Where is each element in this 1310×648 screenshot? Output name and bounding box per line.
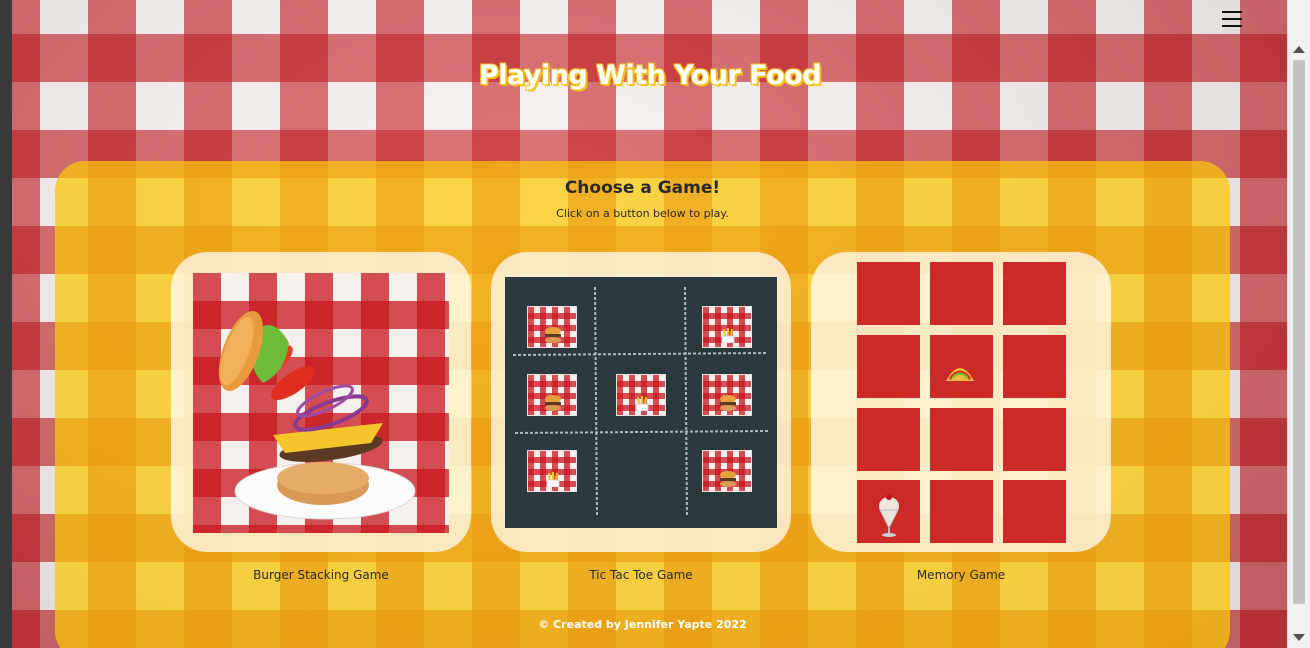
memory-card-back <box>857 335 920 398</box>
ttt-fries-tile <box>527 450 577 492</box>
memory-card-sundae <box>857 480 920 543</box>
ttt-burger-tile <box>702 450 752 492</box>
memory-card-back <box>930 480 993 543</box>
ttt-fries-tile <box>702 306 752 348</box>
burger-game-label[interactable]: Burger Stacking Game <box>171 568 471 582</box>
tic-tac-toe-board-image <box>505 277 777 528</box>
scroll-down-arrow-icon[interactable] <box>1293 634 1305 641</box>
memory-card-back <box>1003 408 1066 471</box>
memory-card-back <box>857 262 920 325</box>
site-title: Playing With Your Food <box>478 60 822 91</box>
memory-game-button[interactable] <box>811 252 1111 552</box>
burger-game-button[interactable] <box>171 252 471 552</box>
footer-credit: © Created by Jennifer Yapte 2022 <box>538 618 747 631</box>
ttt-burger-tile <box>702 374 752 416</box>
panel-subheading: Click on a button below to play. <box>556 207 729 220</box>
memory-game-label[interactable]: Memory Game <box>811 568 1111 582</box>
memory-card-back <box>930 262 993 325</box>
scroll-up-arrow-icon[interactable] <box>1293 46 1305 53</box>
burger-stack-image <box>193 273 449 533</box>
memory-card-back <box>930 408 993 471</box>
memory-card-back <box>857 408 920 471</box>
memory-card-back <box>1003 335 1066 398</box>
browser-left-edge <box>0 0 12 648</box>
ttt-burger-tile <box>527 306 577 348</box>
vertical-scrollbar[interactable] <box>1287 0 1310 648</box>
tic-tac-toe-game-label[interactable]: Tic Tac Toe Game <box>491 568 791 582</box>
hamburger-menu-icon[interactable] <box>1222 10 1242 28</box>
memory-card-back <box>1003 262 1066 325</box>
memory-card-taco <box>930 335 993 398</box>
page-background: Playing With Your Food Choose a Game! Cl… <box>12 0 1288 648</box>
tic-tac-toe-game-button[interactable] <box>491 252 791 552</box>
memory-card-back <box>1003 480 1066 543</box>
ttt-burger-tile <box>527 374 577 416</box>
panel-heading: Choose a Game! <box>564 178 721 198</box>
ttt-fries-tile <box>616 374 666 416</box>
game-selection-panel: Choose a Game! Click on a button below t… <box>55 161 1230 648</box>
scrollbar-thumb[interactable] <box>1293 60 1305 604</box>
